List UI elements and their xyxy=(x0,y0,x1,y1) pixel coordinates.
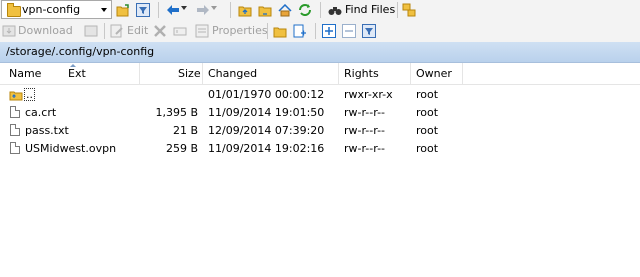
table-row-parent[interactable]: .. 01/01/1970 00:00:12 rwxr-xr-x root xyxy=(0,86,640,104)
forward-dropdown-icon[interactable] xyxy=(211,6,217,10)
column-header-name[interactable]: Name xyxy=(9,67,41,80)
location-value: vpn-config xyxy=(22,3,81,16)
file-icon xyxy=(10,142,20,154)
column-header-owner[interactable]: Owner xyxy=(416,67,452,80)
file-rights: rwxr-xr-x xyxy=(344,88,393,101)
path-bar[interactable]: /storage/.config/vpn-config xyxy=(0,42,640,63)
file-name: pass.txt xyxy=(25,124,69,137)
file-owner: root xyxy=(416,124,439,137)
select-all-icon[interactable] xyxy=(322,24,336,38)
file-name: USMidwest.ovpn xyxy=(25,142,117,155)
file-changed: 11/09/2014 19:01:50 xyxy=(208,106,325,119)
file-toolbar: Download Edit Properties xyxy=(0,21,640,43)
navigation-toolbar: vpn-config Find Files xyxy=(0,0,640,22)
location-combo[interactable]: vpn-config xyxy=(1,0,112,19)
file-size: 21 B xyxy=(172,124,198,137)
parent-directory-icon[interactable] xyxy=(238,3,252,17)
toolbar-separator xyxy=(267,23,268,39)
column-header-ext[interactable]: Ext xyxy=(68,67,86,80)
table-row[interactable]: pass.txt 21 B 12/09/2014 07:39:20 rw-r--… xyxy=(0,122,640,140)
file-changed: 11/09/2014 19:02:16 xyxy=(208,142,325,155)
column-divider[interactable] xyxy=(338,63,339,84)
download-options-icon[interactable] xyxy=(84,24,98,38)
rename-icon[interactable] xyxy=(173,24,187,38)
toolbar-separator xyxy=(397,2,398,18)
back-dropdown-icon[interactable] xyxy=(181,6,187,10)
file-changed: 01/01/1970 00:00:12 xyxy=(208,88,325,101)
back-arrow-icon[interactable] xyxy=(166,3,180,17)
delete-icon[interactable] xyxy=(153,24,167,38)
column-header-size[interactable]: Size xyxy=(178,67,201,80)
file-owner: root xyxy=(416,142,439,155)
file-name: ca.crt xyxy=(25,106,57,119)
table-row[interactable]: USMidwest.ovpn 259 B 11/09/2014 19:02:16… xyxy=(0,140,640,158)
parent-folder-icon xyxy=(9,89,23,104)
file-list-header: Name Ext Size Changed Rights Owner xyxy=(0,63,640,85)
table-row[interactable]: ca.crt 1,395 B 11/09/2014 19:01:50 rw-r-… xyxy=(0,104,640,122)
file-icon xyxy=(10,124,20,136)
file-rights: rw-r--r-- xyxy=(344,106,386,119)
folder-icon xyxy=(7,3,21,17)
column-header-changed[interactable]: Changed xyxy=(208,67,257,80)
column-divider[interactable] xyxy=(410,63,411,84)
new-folder-icon[interactable] xyxy=(273,24,287,38)
root-directory-icon[interactable] xyxy=(258,3,272,17)
unselect-all-icon[interactable] xyxy=(342,24,356,38)
current-path: /storage/.config/vpn-config xyxy=(6,45,155,58)
file-name: .. xyxy=(24,88,35,101)
properties-button[interactable]: Properties xyxy=(212,24,268,37)
toolbar-separator xyxy=(230,2,231,18)
toolbar-separator xyxy=(320,2,321,18)
toolbar-separator xyxy=(315,23,316,39)
edit-icon[interactable] xyxy=(110,24,124,38)
home-icon[interactable] xyxy=(278,3,292,17)
chevron-down-icon[interactable] xyxy=(101,8,107,12)
toolbar-separator xyxy=(104,23,105,39)
download-icon[interactable] xyxy=(2,24,16,38)
properties-icon[interactable] xyxy=(195,24,209,38)
filter-icon[interactable] xyxy=(136,3,150,17)
file-rights: rw-r--r-- xyxy=(344,124,386,137)
refresh-icon[interactable] xyxy=(298,3,312,17)
file-owner: root xyxy=(416,88,439,101)
column-header-rights[interactable]: Rights xyxy=(344,67,379,80)
edit-button[interactable]: Edit xyxy=(127,24,148,37)
file-owner: root xyxy=(416,106,439,119)
new-file-icon[interactable] xyxy=(293,24,307,38)
open-folder-icon[interactable] xyxy=(116,3,130,17)
file-changed: 12/09/2014 07:39:20 xyxy=(208,124,325,137)
find-files-button[interactable]: Find Files xyxy=(345,3,395,16)
binoculars-icon[interactable] xyxy=(328,3,342,17)
toolbar-separator xyxy=(158,2,159,18)
synchronize-icon[interactable] xyxy=(402,3,416,17)
download-button[interactable]: Download xyxy=(18,24,73,37)
forward-arrow-icon[interactable] xyxy=(196,3,210,17)
column-divider[interactable] xyxy=(139,63,140,84)
filter-select-icon[interactable] xyxy=(362,24,376,38)
file-size: 259 B xyxy=(165,142,198,155)
file-size: 1,395 B xyxy=(155,106,198,119)
file-icon xyxy=(10,106,20,118)
column-divider[interactable] xyxy=(462,63,463,84)
file-rights: rw-r--r-- xyxy=(344,142,386,155)
column-divider[interactable] xyxy=(202,63,203,84)
